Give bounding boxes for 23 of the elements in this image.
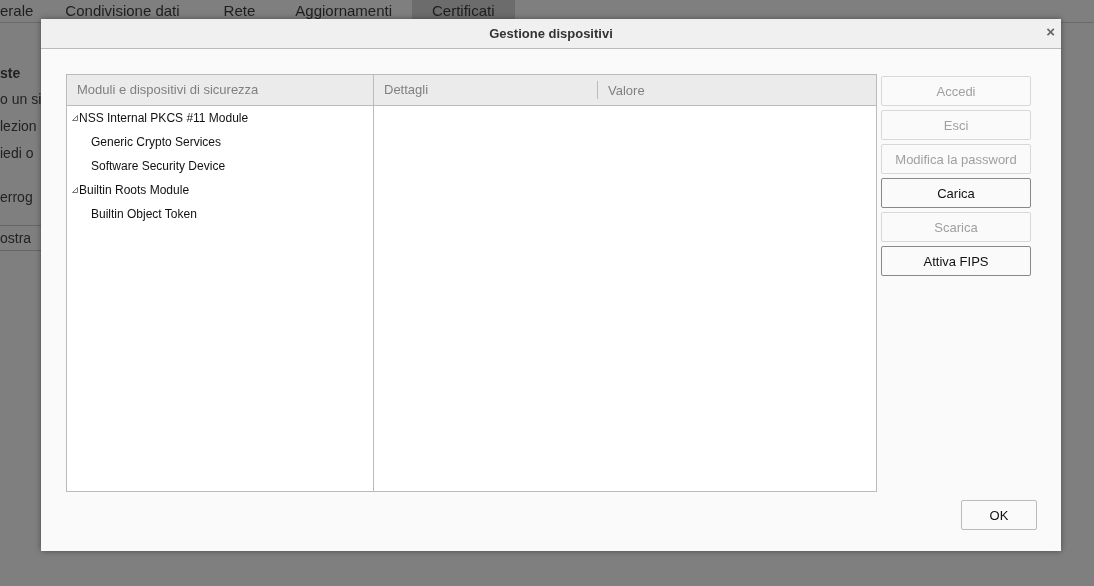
column-header[interactable]: Moduli e dispositivi di sicurezza (67, 75, 373, 106)
expander-icon[interactable] (72, 187, 78, 193)
option-text: o un si (0, 90, 42, 109)
option-text: errog (0, 188, 33, 207)
tree-item[interactable]: Builtin Object Token (91, 207, 197, 221)
window-title: Gestione dispositivi (489, 26, 613, 41)
preferences-tab[interactable]: Rete (203, 0, 276, 22)
action-button[interactable]: Attiva FIPS (881, 246, 1031, 276)
preferences-tab[interactable]: Aggiornamenti (275, 0, 413, 22)
tree-item[interactable]: Software Security Device (91, 159, 226, 173)
tree-item[interactable]: Generic Crypto Services (91, 135, 222, 149)
option-text: lezion (0, 117, 37, 136)
tree-item[interactable]: NSS Internal PKCS #11 Module (79, 111, 249, 125)
preferences-tab[interactable]: Certificati (412, 0, 515, 22)
ok-button[interactable]: OK (961, 500, 1037, 530)
column-header[interactable]: Dettagli (374, 81, 598, 99)
expander-icon[interactable] (72, 115, 78, 121)
close-button[interactable]: × (1046, 24, 1055, 40)
section-heading: ste (0, 65, 21, 81)
column-header[interactable]: Valore (598, 82, 645, 98)
option-text: iedi o (0, 144, 34, 163)
action-button[interactable]: Carica (881, 178, 1031, 208)
tree-item[interactable]: Builtin Roots Module (79, 183, 190, 197)
